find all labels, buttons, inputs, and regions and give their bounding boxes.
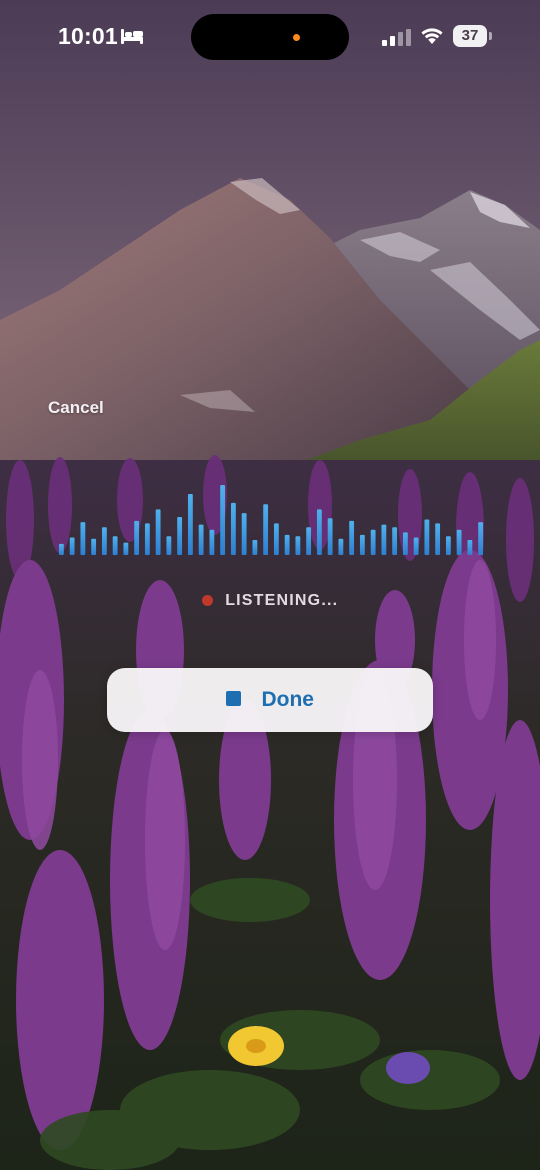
wallpaper-image (0, 0, 540, 1170)
microphone-in-use-indicator (293, 34, 300, 41)
waveform-bar (381, 524, 387, 555)
waveform-bar (134, 520, 140, 555)
waveform-bar (445, 536, 451, 555)
waveform-bar (295, 536, 301, 555)
waveform-bar (338, 538, 344, 555)
audio-waveform (58, 485, 484, 555)
status-time: 10:01 (58, 23, 118, 49)
waveform-bar (166, 536, 172, 555)
waveform-bar (230, 502, 236, 555)
status-bar: 10:01 37 (0, 0, 540, 74)
waveform-bar (144, 523, 150, 555)
waveform-bar (327, 518, 333, 555)
waveform-bar (478, 522, 484, 555)
waveform-bar (69, 537, 75, 555)
waveform-bar (435, 523, 441, 555)
waveform-bar (80, 522, 86, 555)
cancel-button[interactable]: Cancel (48, 398, 104, 418)
waveform-bar (467, 540, 473, 555)
listening-label: LISTENING... (225, 592, 339, 609)
waveform-bar (359, 534, 365, 555)
bed-icon (121, 29, 143, 44)
waveform-bar (112, 536, 118, 555)
waveform-bar (402, 532, 408, 555)
battery-cap (489, 32, 492, 40)
waveform-bar (58, 543, 64, 555)
waveform-bar (424, 519, 430, 555)
dictation-screen: 10:01 37 Cancel LISTENING... Done (0, 0, 540, 1170)
waveform-bar (456, 529, 462, 555)
waveform-bar (284, 534, 290, 555)
waveform-bar (177, 517, 183, 555)
waveform-bar (101, 527, 107, 555)
done-label: Done (261, 688, 314, 711)
waveform-bar (316, 509, 322, 555)
waveform-bar (263, 504, 269, 555)
waveform-bar (209, 529, 215, 555)
battery-level: 37 (453, 25, 487, 47)
cellular-signal-icon (382, 29, 411, 46)
waveform-bar (155, 509, 161, 555)
waveform-bar (91, 538, 97, 555)
waveform-bar (273, 523, 279, 555)
listening-status: LISTENING... (0, 592, 540, 614)
done-button[interactable]: Done (107, 668, 433, 732)
waveform-bar (392, 527, 398, 555)
recording-dot-icon (201, 594, 213, 606)
waveform-bar (306, 527, 312, 555)
wifi-icon (421, 28, 443, 44)
battery-indicator: 37 (453, 25, 493, 47)
dynamic-island (191, 14, 349, 60)
waveform-bar (220, 485, 226, 555)
waveform-bar (241, 513, 247, 555)
waveform-bar (252, 540, 258, 555)
waveform-bar (413, 537, 419, 555)
waveform-bar (370, 529, 376, 555)
waveform-bar (198, 524, 204, 555)
stop-icon (226, 690, 242, 706)
waveform-bar (349, 520, 355, 555)
waveform-bar (123, 542, 129, 555)
waveform-bar (187, 493, 193, 555)
